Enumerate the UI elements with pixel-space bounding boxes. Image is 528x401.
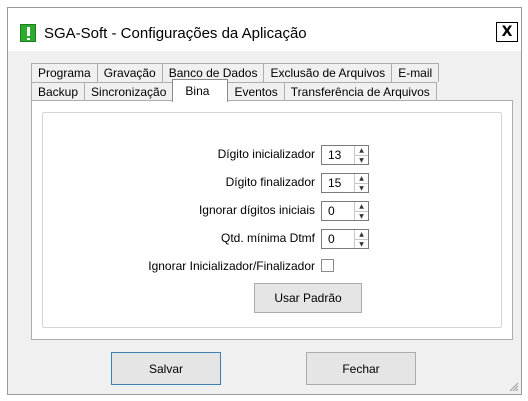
ignorar-inicializador-finalizador-label: Ignorar Inicializador/Finalizador: [148, 259, 315, 273]
config-dialog: SGA-Soft - Configurações da Aplicação X …: [0, 0, 528, 401]
spin-down-icon[interactable]: ▼: [355, 240, 368, 249]
spin-up-icon[interactable]: ▲: [355, 146, 368, 156]
tab-email[interactable]: E-mail: [391, 63, 440, 82]
dialog-frame: SGA-Soft - Configurações da Aplicação X …: [7, 7, 522, 395]
spin-down-icon[interactable]: ▼: [355, 212, 368, 221]
qtd-minima-dtmf-stepper[interactable]: 0 ▲ ▼: [321, 229, 369, 249]
digito-inicializador-value[interactable]: 13: [322, 146, 354, 164]
tab-sincronizacao[interactable]: Sincronização: [84, 82, 174, 101]
ignorar-digitos-iniciais-value[interactable]: 0: [322, 202, 354, 220]
spin-up-icon[interactable]: ▲: [355, 230, 368, 240]
tab-row-1: Programa Gravação Banco de Dados Exclusã…: [31, 63, 440, 82]
tab-panel-bina: Dígito inicializador 13 ▲ ▼ Dígito finali…: [31, 100, 513, 340]
tab-programa[interactable]: Programa: [31, 63, 98, 82]
qtd-minima-dtmf-value[interactable]: 0: [322, 230, 354, 248]
digito-finalizador-label: Dígito finalizador: [225, 175, 315, 189]
ignorar-digitos-iniciais-stepper[interactable]: 0 ▲ ▼: [321, 201, 369, 221]
resize-grip-icon[interactable]: [507, 380, 519, 392]
title-bar: SGA-Soft - Configurações da Aplicação X: [8, 8, 521, 51]
close-button[interactable]: X: [496, 22, 518, 42]
tab-backup[interactable]: Backup: [31, 82, 86, 101]
salvar-button[interactable]: Salvar: [111, 352, 221, 385]
usar-padrao-button[interactable]: Usar Padrão: [254, 283, 362, 313]
digito-finalizador-value[interactable]: 15: [322, 174, 354, 192]
tab-eventos[interactable]: Eventos: [227, 82, 285, 101]
digito-inicializador-stepper[interactable]: 13 ▲ ▼: [321, 145, 369, 165]
tab-gravacao[interactable]: Gravação: [96, 63, 163, 82]
spin-up-icon[interactable]: ▲: [355, 202, 368, 212]
spin-down-icon[interactable]: ▼: [355, 184, 368, 193]
tab-row-2: Backup Sincronização Bina Eventos Transf…: [31, 79, 437, 102]
tab-bina[interactable]: Bina: [172, 79, 229, 102]
ignorar-inicializador-finalizador-checkbox[interactable]: [321, 259, 334, 272]
tab-transferencia-de-arquivos[interactable]: Transferência de Arquivos: [283, 82, 437, 101]
spin-down-icon[interactable]: ▼: [355, 156, 368, 165]
qtd-minima-dtmf-label: Qtd. mínima Dtmf: [220, 231, 315, 245]
app-icon: [20, 24, 36, 42]
ignorar-digitos-iniciais-label: Ignorar dígitos iniciais: [198, 203, 315, 217]
spin-up-icon[interactable]: ▲: [355, 174, 368, 184]
digito-finalizador-stepper[interactable]: 15 ▲ ▼: [321, 173, 369, 193]
fechar-button[interactable]: Fechar: [306, 352, 416, 385]
digito-inicializador-label: Dígito inicializador: [217, 147, 315, 161]
bina-settings-group: Dígito inicializador 13 ▲ ▼ Dígito finali…: [42, 112, 502, 328]
tab-exclusao-de-arquivos[interactable]: Exclusão de Arquivos: [263, 63, 393, 82]
window-title: SGA-Soft - Configurações da Aplicação: [44, 25, 307, 42]
